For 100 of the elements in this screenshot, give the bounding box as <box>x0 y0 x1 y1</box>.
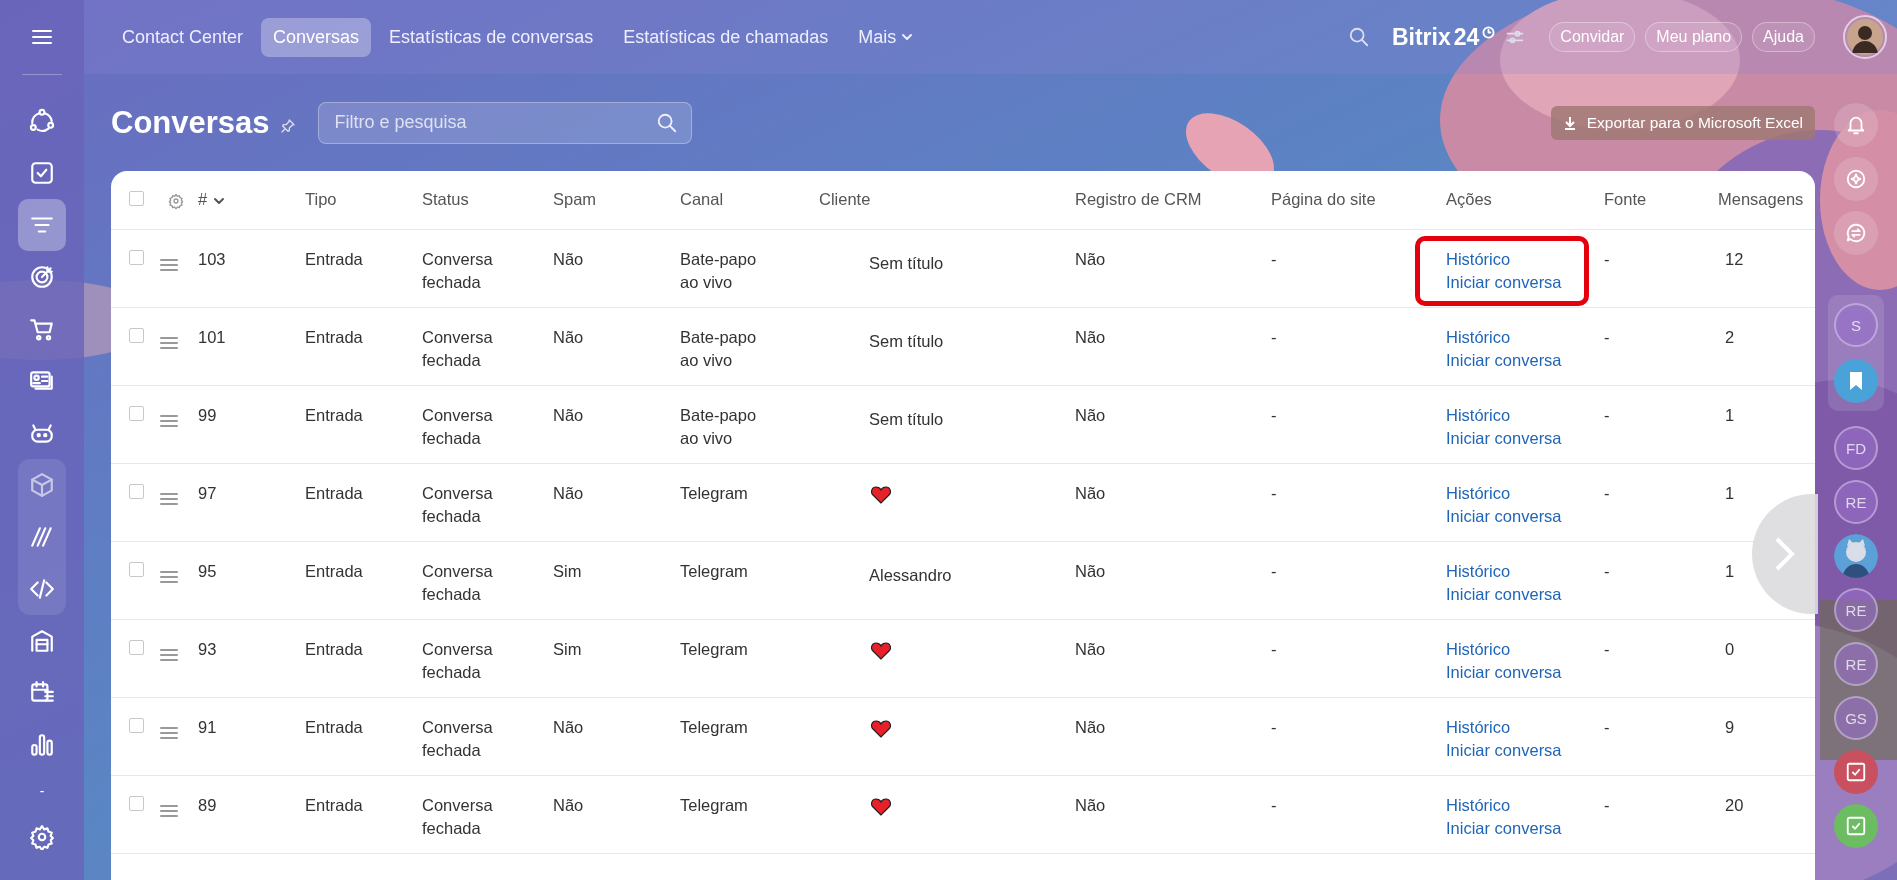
table-cell: Alessandro <box>869 565 952 584</box>
column-header[interactable]: Status <box>422 190 469 209</box>
table-cell: 12 <box>1725 249 1744 268</box>
search-icon[interactable] <box>655 111 678 134</box>
action-link[interactable]: Iniciar conversa <box>1446 816 1562 840</box>
export-button[interactable]: Exportar para o Microsoft Excel <box>1550 105 1815 140</box>
table-cell: Não <box>1075 249 1106 268</box>
table-cell: - <box>1271 483 1277 502</box>
table-cell: Conversa fechada <box>422 561 493 603</box>
checkbox-icon[interactable] <box>29 160 55 186</box>
table-cell: Não <box>1075 639 1106 658</box>
cart-icon[interactable] <box>29 316 55 342</box>
column-header[interactable]: Spam <box>553 190 597 209</box>
table-cell: - <box>1271 561 1277 580</box>
table-cell: - <box>1271 795 1277 814</box>
column-header[interactable]: Ações <box>1446 190 1492 209</box>
action-link[interactable]: Iniciar conversa <box>1446 504 1562 528</box>
row-checkbox[interactable] <box>129 561 144 577</box>
row-checkbox[interactable] <box>129 639 144 655</box>
drag-handle-icon[interactable] <box>160 414 178 427</box>
pin-icon[interactable] <box>279 117 296 134</box>
drag-handle-icon[interactable] <box>160 492 178 505</box>
drag-handle-icon[interactable] <box>160 726 178 739</box>
nav-tab[interactable]: Mais <box>846 17 926 57</box>
column-header[interactable]: Canal <box>680 190 724 209</box>
table-cell: Não <box>1075 795 1106 814</box>
action-link[interactable]: Histórico <box>1446 793 1511 817</box>
table-cell: 103 <box>198 249 226 268</box>
column-header[interactable]: Mensagens <box>1718 190 1804 209</box>
drag-handle-icon[interactable] <box>160 570 178 583</box>
chat-swap-icon[interactable] <box>1845 222 1867 244</box>
action-link[interactable]: Histórico <box>1446 637 1511 661</box>
bell-icon[interactable] <box>1845 114 1867 136</box>
sparkle-icon[interactable] <box>1845 168 1867 190</box>
table-cell: 1 <box>1725 483 1735 502</box>
contact-avatar[interactable]: GS <box>1834 696 1878 740</box>
row-checkbox[interactable] <box>129 717 144 733</box>
nav-tab[interactable]: Contact Center <box>110 17 256 57</box>
table-cell: Não <box>553 405 584 424</box>
nav-tab[interactable]: Estatísticas de conversas <box>377 17 606 57</box>
user-avatar[interactable] <box>1843 15 1887 59</box>
action-link[interactable]: Iniciar conversa <box>1446 738 1562 762</box>
chat-swap-button[interactable] <box>1834 211 1878 255</box>
action-link[interactable]: Iniciar conversa <box>1446 270 1562 294</box>
warehouse-icon[interactable] <box>29 628 55 654</box>
table-cell-text: Telegram <box>680 716 749 738</box>
table-cell: - <box>1271 717 1277 736</box>
row-checkbox[interactable] <box>129 191 144 207</box>
chevron-right-icon <box>1774 536 1796 572</box>
target-icon[interactable] <box>29 264 55 290</box>
drag-handle-icon[interactable] <box>160 804 178 817</box>
action-link[interactable]: Histórico <box>1446 403 1511 427</box>
action-link[interactable]: Histórico <box>1446 247 1511 271</box>
column-header[interactable]: Página do site <box>1271 190 1376 209</box>
settings-icon[interactable] <box>168 192 184 209</box>
contact-avatar[interactable]: RE <box>1834 588 1878 632</box>
column-header[interactable]: # <box>198 190 208 209</box>
table-cell: 0 <box>1725 639 1735 658</box>
code-icon[interactable] <box>29 576 55 602</box>
drag-handle-icon[interactable] <box>160 258 178 271</box>
row-checkbox[interactable] <box>129 483 144 499</box>
row-checkbox[interactable] <box>129 795 144 811</box>
box-icon[interactable] <box>29 472 55 498</box>
action-link[interactable]: Iniciar conversa <box>1446 348 1562 372</box>
table-cell: Não <box>1075 717 1106 736</box>
action-link[interactable]: Iniciar conversa <box>1446 660 1562 684</box>
action-link[interactable]: Histórico <box>1446 715 1511 739</box>
action-link[interactable]: Histórico <box>1446 559 1511 583</box>
drag-handle-icon[interactable] <box>160 648 178 661</box>
column-header[interactable]: Registro de CRM <box>1075 190 1202 209</box>
checkbox-icon <box>1845 761 1867 783</box>
table-cell-text: Telegram <box>680 638 749 660</box>
sidebar-item[interactable] <box>18 199 66 251</box>
column-header[interactable]: Fonte <box>1604 190 1647 209</box>
logo-number: 24 <box>1453 23 1480 51</box>
bell-button[interactable] <box>1834 103 1878 147</box>
contact-avatar[interactable]: FD <box>1834 426 1878 470</box>
row-checkbox[interactable] <box>129 327 144 343</box>
contact-avatar[interactable]: RE <box>1834 642 1878 686</box>
table-cell: Entrada <box>305 639 363 658</box>
brush-strokes-icon[interactable] <box>29 524 55 550</box>
nav-tab[interactable]: Estatísticas de chamadas <box>611 17 841 57</box>
bar-chart-icon[interactable] <box>29 732 55 758</box>
table-cell: Entrada <box>305 405 363 424</box>
action-link[interactable]: Histórico <box>1446 325 1511 349</box>
column-header[interactable]: Tipo <box>305 190 337 209</box>
row-checkbox[interactable] <box>129 405 144 421</box>
flow-icon[interactable] <box>29 108 55 134</box>
table-cell: Sem título <box>869 409 944 428</box>
action-link[interactable]: Histórico <box>1446 481 1511 505</box>
row-checkbox[interactable] <box>129 249 144 265</box>
drag-handle-icon[interactable] <box>160 336 178 349</box>
sparkle-button[interactable] <box>1834 157 1878 201</box>
contact-avatar[interactable]: RE <box>1834 480 1878 524</box>
action-link[interactable]: Iniciar conversa <box>1446 582 1562 606</box>
table-cell: 95 <box>198 561 217 580</box>
column-header[interactable]: Cliente <box>819 190 871 209</box>
action-link[interactable]: Iniciar conversa <box>1446 426 1562 450</box>
search-icon[interactable] <box>1347 26 1370 48</box>
clock-icon <box>1482 25 1496 39</box>
